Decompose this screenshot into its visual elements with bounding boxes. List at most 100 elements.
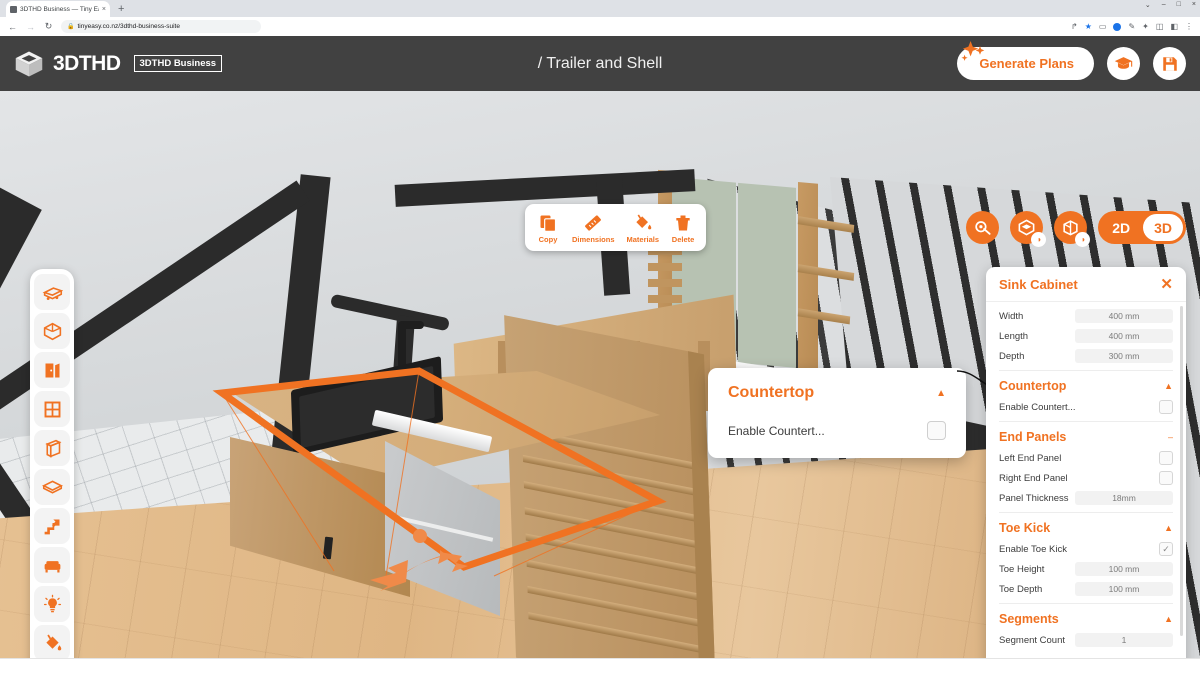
dimension-toggle[interactable]: 2D 3D <box>1098 211 1186 244</box>
sidebar-item-wall-tool[interactable] <box>34 430 70 466</box>
properties-title: Sink Cabinet <box>999 277 1078 292</box>
divider <box>999 421 1173 422</box>
minimize-icon[interactable]: – <box>1162 1 1166 9</box>
property-label: Toe Depth <box>999 583 1043 595</box>
toggle-option-2d[interactable]: 2D <box>1101 214 1141 241</box>
section-header-end-panels[interactable]: End Panels – <box>986 423 1186 448</box>
save-icon <box>1162 56 1177 71</box>
tutorial-button[interactable] <box>1107 47 1140 80</box>
sidebar-item-trailer-tool[interactable] <box>34 274 70 310</box>
divider <box>999 512 1173 513</box>
camera-pan-button[interactable] <box>966 211 1000 244</box>
chevron-up-icon[interactable]: ▲ <box>936 388 946 399</box>
section-cut-button[interactable]: ◑ <box>1010 211 1047 247</box>
sidebar-item-window-tool[interactable] <box>34 391 70 427</box>
page-title-text: / Trailer and Shell <box>537 54 663 72</box>
enable-toe-kick-checkbox[interactable]: ✓ <box>1159 542 1173 556</box>
length-input[interactable]: 400 mm <box>1075 329 1173 343</box>
countertop-popup[interactable]: Countertop ▲ Enable Countert... <box>708 368 966 458</box>
forward-icon[interactable]: → <box>25 22 36 32</box>
extension-blue-icon[interactable] <box>1113 22 1122 31</box>
context-toolbar: Copy Dimensions Materials Delete <box>525 204 707 251</box>
sidebar-item-furniture-tool[interactable] <box>34 547 70 583</box>
context-dimensions-label: Dimensions <box>572 235 615 244</box>
eyedropper-icon[interactable]: ✎ <box>1128 22 1135 31</box>
sidepanel-icon[interactable]: ◫ <box>1156 22 1164 31</box>
logo-icon <box>15 50 43 77</box>
context-dimensions-button[interactable]: Dimensions <box>567 211 620 246</box>
back-wood-column-right <box>798 182 818 394</box>
chevron-up-icon[interactable]: ▲ <box>1164 523 1173 533</box>
property-row-left-end-panel: Left End Panel <box>986 448 1186 468</box>
sparkle-icon <box>961 41 985 61</box>
reload-icon[interactable]: ↻ <box>43 21 54 32</box>
window-icon <box>44 401 60 417</box>
toe-depth-input[interactable]: 100 mm <box>1075 582 1173 596</box>
close-icon[interactable]: ✕ <box>1160 277 1173 292</box>
context-delete-label: Delete <box>671 235 695 244</box>
box-room-icon <box>43 322 61 340</box>
properties-panel[interactable]: Sink Cabinet ✕ Width 400 mm Length 400 m… <box>986 267 1186 658</box>
property-row-panel-thickness: Panel Thickness 18mm <box>986 488 1186 508</box>
sidebar-item-lighting-tool[interactable] <box>34 586 70 622</box>
left-end-panel-checkbox[interactable] <box>1159 451 1173 465</box>
sidebar-item-shell-tool[interactable] <box>34 313 70 349</box>
section-header-segments[interactable]: Segments ▲ <box>986 605 1186 630</box>
generate-plans-button[interactable]: Generate Plans <box>957 41 1094 80</box>
browser-menu-icon[interactable]: ⋮ <box>1185 22 1193 31</box>
new-tab-button[interactable]: + <box>118 4 124 17</box>
camera-pan-icon <box>975 221 991 235</box>
sink-cabinet-model[interactable] <box>220 321 660 616</box>
properties-scrollbar[interactable] <box>1180 306 1183 636</box>
context-copy-button[interactable]: Copy <box>531 211 565 246</box>
share-icon[interactable]: ↱ <box>1071 22 1078 31</box>
bookmark-star-icon[interactable]: ★ <box>1085 22 1092 31</box>
toggle-option-3d[interactable]: 3D <box>1143 214 1183 241</box>
open-box-button[interactable]: ◑ <box>1054 211 1091 247</box>
segment-count-input[interactable]: 1 <box>1075 633 1173 647</box>
panel-thickness-input[interactable]: 18mm <box>1075 491 1173 505</box>
property-row-enable-countertop: Enable Countert... <box>986 397 1186 417</box>
wall-panel-icon <box>44 439 61 458</box>
paint-bucket-icon <box>45 634 61 650</box>
section-title: Countertop <box>999 379 1067 393</box>
chevron-down-icon[interactable]: ⌄ <box>1145 1 1151 9</box>
context-materials-button[interactable]: Materials <box>622 211 665 246</box>
maximize-icon[interactable]: □ <box>1177 1 1181 9</box>
width-input[interactable]: 400 mm <box>1075 309 1173 323</box>
profile-icon[interactable]: ◧ <box>1170 22 1178 31</box>
browser-action-icons: ↱ ★ ▭ ✎ ✦ ◫ ◧ ⋮ <box>1071 22 1193 31</box>
chevron-collapse-icon[interactable]: – <box>1168 432 1173 442</box>
section-header-countertop[interactable]: Countertop ▲ <box>986 372 1186 397</box>
enable-countertop-checkbox[interactable] <box>927 421 946 440</box>
lightbulb-icon <box>43 594 61 612</box>
toe-height-input[interactable]: 100 mm <box>1075 562 1173 576</box>
sidebar-item-stairs-tool[interactable] <box>34 508 70 544</box>
depth-input[interactable]: 300 mm <box>1075 349 1173 363</box>
property-label: Left End Panel <box>999 452 1062 464</box>
property-label: Right End Panel <box>999 472 1068 484</box>
address-bar[interactable]: 🔒 tinyeasy.co.nz/3dthd-business-suite <box>61 20 261 33</box>
property-label: Toe Height <box>999 563 1045 575</box>
back-icon[interactable]: ← <box>7 22 18 32</box>
section-header-toe-kick[interactable]: Toe Kick ▲ <box>986 514 1186 539</box>
sidebar-item-floor-tool[interactable] <box>34 469 70 505</box>
viewport-3d[interactable]: Copy Dimensions Materials Delete ◑ ◑ 2D … <box>0 91 1200 658</box>
browser-tab[interactable]: 3DTHD Business — Tiny Easy - T × <box>6 1 110 17</box>
close-icon[interactable]: × <box>102 6 106 13</box>
enable-countertop-checkbox[interactable] <box>1159 400 1173 414</box>
screenshot-icon[interactable]: ▭ <box>1099 22 1107 31</box>
enable-countertop-label: Enable Countert... <box>728 423 825 438</box>
chevron-up-icon[interactable]: ▲ <box>1164 381 1173 391</box>
right-end-panel-checkbox[interactable] <box>1159 471 1173 485</box>
ruler-icon <box>585 215 602 231</box>
tool-rail <box>30 269 74 658</box>
sidebar-item-materials-tool[interactable] <box>34 625 70 658</box>
extensions-puzzle-icon[interactable]: ✦ <box>1142 22 1149 31</box>
sidebar-item-door-tool[interactable] <box>34 352 70 388</box>
chevron-up-icon[interactable]: ▲ <box>1164 614 1173 624</box>
context-delete-button[interactable]: Delete <box>666 211 700 246</box>
save-button[interactable] <box>1153 47 1186 80</box>
app-header: 3DTHD 3DTHD Business / Trailer and Shell… <box>0 36 1200 91</box>
close-window-icon[interactable]: × <box>1192 1 1196 9</box>
